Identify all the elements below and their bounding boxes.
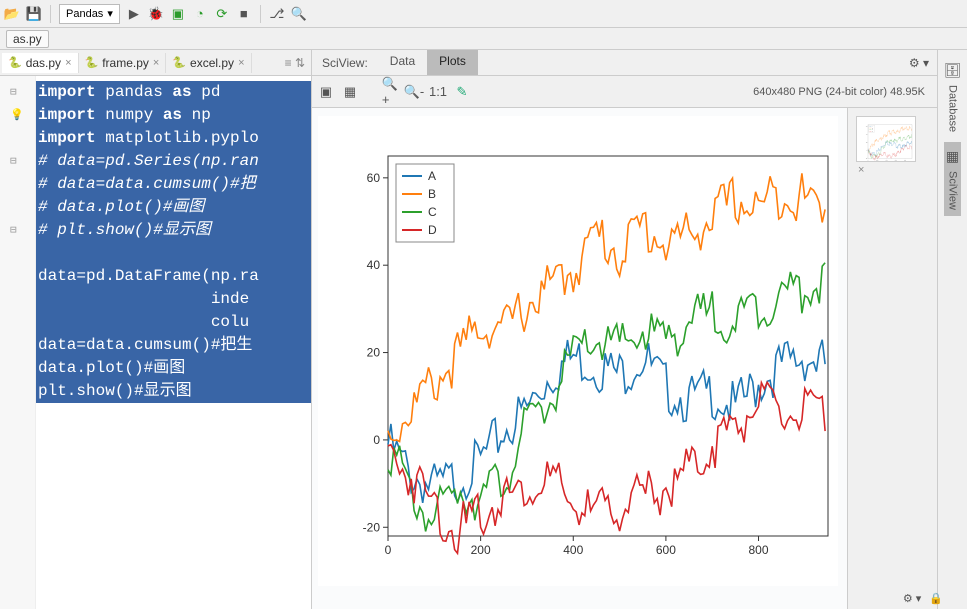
svg-text:800: 800 (904, 159, 906, 161)
tab-das[interactable]: 🐍 das.py × (2, 53, 79, 73)
rail-database[interactable]: 🗄 Database (942, 56, 964, 138)
svg-text:200: 200 (471, 543, 491, 557)
status-bar: ⚙ ▾ 🔒 (903, 587, 943, 609)
lock-icon[interactable]: 🔒 (929, 592, 943, 605)
svg-text:-20: -20 (865, 157, 867, 159)
attach-icon[interactable]: ⟳ (214, 6, 230, 22)
open-icon[interactable]: 📂 (4, 6, 20, 22)
bulb-icon[interactable]: 💡 (10, 105, 24, 119)
grid-icon[interactable]: ▦ (342, 84, 358, 100)
svg-text:D: D (428, 223, 437, 237)
svg-text:A: A (428, 169, 436, 183)
sciview-pane: SciView: Data Plots ⚙ ▾ ▣ ▦ 🔍+ 🔍- 1:1 ✎ … (312, 50, 937, 609)
fold-icon[interactable]: ⊟ (10, 82, 24, 96)
close-icon[interactable]: × (65, 57, 71, 69)
chevron-down-icon: ▾ (107, 7, 113, 20)
svg-text:600: 600 (656, 543, 676, 557)
svg-text:B: B (428, 187, 436, 201)
close-icon[interactable]: × (238, 57, 244, 69)
breadcrumb: as.py (0, 28, 967, 50)
save-icon[interactable]: 💾 (26, 6, 42, 22)
tab-excel[interactable]: 🐍 excel.py × (166, 53, 251, 73)
svg-text:0: 0 (385, 543, 392, 557)
editor-tabs: 🐍 das.py × 🐍 frame.py × 🐍 excel.py × ≡ ⇅ (0, 50, 311, 76)
close-icon[interactable]: × (153, 57, 159, 69)
python-file-icon: 🐍 (85, 56, 99, 69)
svg-text:60: 60 (367, 171, 381, 185)
fit-icon[interactable]: ▣ (318, 84, 334, 100)
svg-text:C: C (428, 205, 437, 219)
sciview-tab-plots[interactable]: Plots (427, 50, 478, 75)
vcs-icon[interactable]: ⎇ (269, 6, 285, 22)
image-info: 640x480 PNG (24-bit color) 48.95K (753, 86, 931, 98)
run-icon[interactable]: ▶ (126, 6, 142, 22)
svg-text:200: 200 (876, 159, 878, 161)
svg-text:40: 40 (866, 134, 868, 136)
plot-svg: -2002040600200400600800ABCD (318, 116, 838, 586)
main-toolbar: 📂 💾 Pandas ▾ ▶ 🐞 ▣ ◔ ⟳ ■ ⎇ 🔍 (0, 0, 967, 28)
plot-thumb[interactable]: -2002040600200400600800ABCD (856, 116, 916, 162)
sciview-label: SciView: (312, 56, 378, 70)
svg-text:0: 0 (867, 150, 868, 152)
tab-actions-icon[interactable]: ≡ ⇅ (285, 56, 309, 70)
svg-text:800: 800 (749, 543, 769, 557)
stop-icon[interactable]: ■ (236, 6, 252, 22)
breadcrumb-file[interactable]: as.py (6, 30, 49, 48)
tab-frame[interactable]: 🐍 frame.py × (79, 53, 167, 73)
svg-text:60: 60 (866, 126, 868, 128)
python-file-icon: 🐍 (172, 56, 186, 69)
plot-canvas-area[interactable]: -2002040600200400600800ABCD (312, 108, 847, 609)
run-coverage-icon[interactable]: ▣ (170, 6, 186, 22)
svg-text:-20: -20 (363, 520, 381, 534)
profile-icon[interactable]: ◔ (192, 6, 208, 22)
fold-icon[interactable]: ⊟ (10, 220, 24, 234)
svg-text:400: 400 (563, 543, 583, 557)
sciview-header: SciView: Data Plots ⚙ ▾ (312, 50, 937, 76)
python-file-icon: 🐍 (8, 56, 22, 69)
sciview-toolbar: ▣ ▦ 🔍+ 🔍- 1:1 ✎ 640x480 PNG (24-bit colo… (312, 76, 937, 108)
svg-text:40: 40 (367, 258, 381, 272)
gutter: ⊟ 💡 ⊟ ⊟ (0, 76, 36, 609)
database-icon: 🗄 (944, 62, 962, 79)
gear-icon[interactable]: ⚙ ▾ (909, 56, 929, 70)
gear-icon[interactable]: ⚙ ▾ (903, 592, 921, 605)
svg-text:20: 20 (367, 346, 381, 360)
editor-pane: 🐍 das.py × 🐍 frame.py × 🐍 excel.py × ≡ ⇅… (0, 50, 312, 609)
zoom-actual-icon[interactable]: 1:1 (430, 84, 446, 100)
plot-thumbnails: -2002040600200400600800ABCD × (847, 108, 937, 609)
svg-text:600: 600 (895, 159, 897, 161)
svg-text:0: 0 (373, 433, 380, 447)
zoom-out-icon[interactable]: 🔍- (406, 84, 422, 100)
close-thumb-icon[interactable]: × (858, 164, 864, 176)
tab-label: das.py (26, 56, 61, 70)
zoom-in-icon[interactable]: 🔍+ (382, 84, 398, 100)
search-icon[interactable]: 🔍 (291, 6, 307, 22)
tab-label: frame.py (102, 56, 149, 70)
svg-text:400: 400 (886, 159, 888, 161)
eyedropper-icon[interactable]: ✎ (454, 84, 470, 100)
tab-label: excel.py (190, 56, 234, 70)
svg-text:20: 20 (866, 142, 868, 144)
debug-icon[interactable]: 🐞 (148, 6, 164, 22)
right-rail: 🗄 Database ▦ SciView (937, 50, 967, 609)
run-config-dropdown[interactable]: Pandas ▾ (59, 4, 120, 24)
dropdown-label: Pandas (66, 8, 103, 20)
fold-icon[interactable]: ⊟ (10, 151, 24, 165)
code-editor[interactable]: ⊟ 💡 ⊟ ⊟ import pandas as pdimport numpy … (0, 76, 311, 609)
sciview-tab-data[interactable]: Data (378, 50, 427, 75)
svg-text:0: 0 (868, 159, 869, 161)
sciview-icon: ▦ (946, 148, 959, 165)
rail-sciview[interactable]: ▦ SciView (944, 142, 961, 216)
